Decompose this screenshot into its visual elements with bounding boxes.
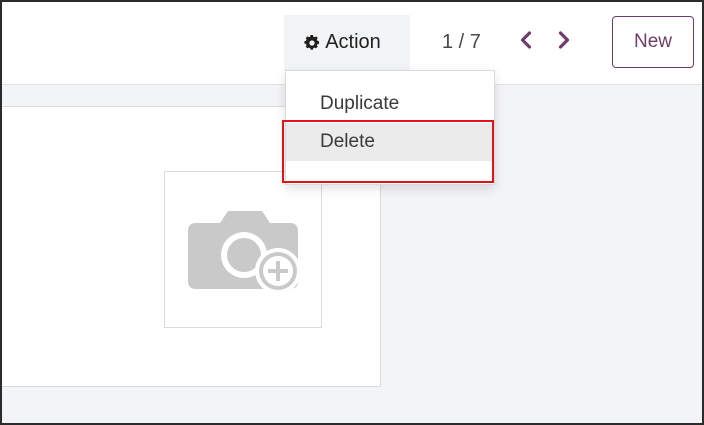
chevron-left-icon xyxy=(518,30,534,54)
action-dropdown-menu: Duplicate Delete xyxy=(285,70,495,185)
action-label: Action xyxy=(325,31,381,53)
app-window: Action 1 / 7 New Duplicate Delete xyxy=(0,0,704,425)
pager-value[interactable]: 1 / 7 xyxy=(442,27,481,57)
pager-previous-button[interactable] xyxy=(515,29,537,55)
menu-item-delete[interactable]: Delete xyxy=(286,123,494,161)
camera-add-icon xyxy=(182,201,304,298)
gear-icon xyxy=(303,34,321,52)
image-upload-field[interactable] xyxy=(164,171,322,328)
menu-item-duplicate[interactable]: Duplicate xyxy=(286,85,494,123)
chevron-right-icon xyxy=(556,30,572,54)
action-dropdown-button[interactable]: Action xyxy=(284,15,410,70)
new-button[interactable]: New xyxy=(612,16,694,68)
pager-next-button[interactable] xyxy=(553,29,575,55)
